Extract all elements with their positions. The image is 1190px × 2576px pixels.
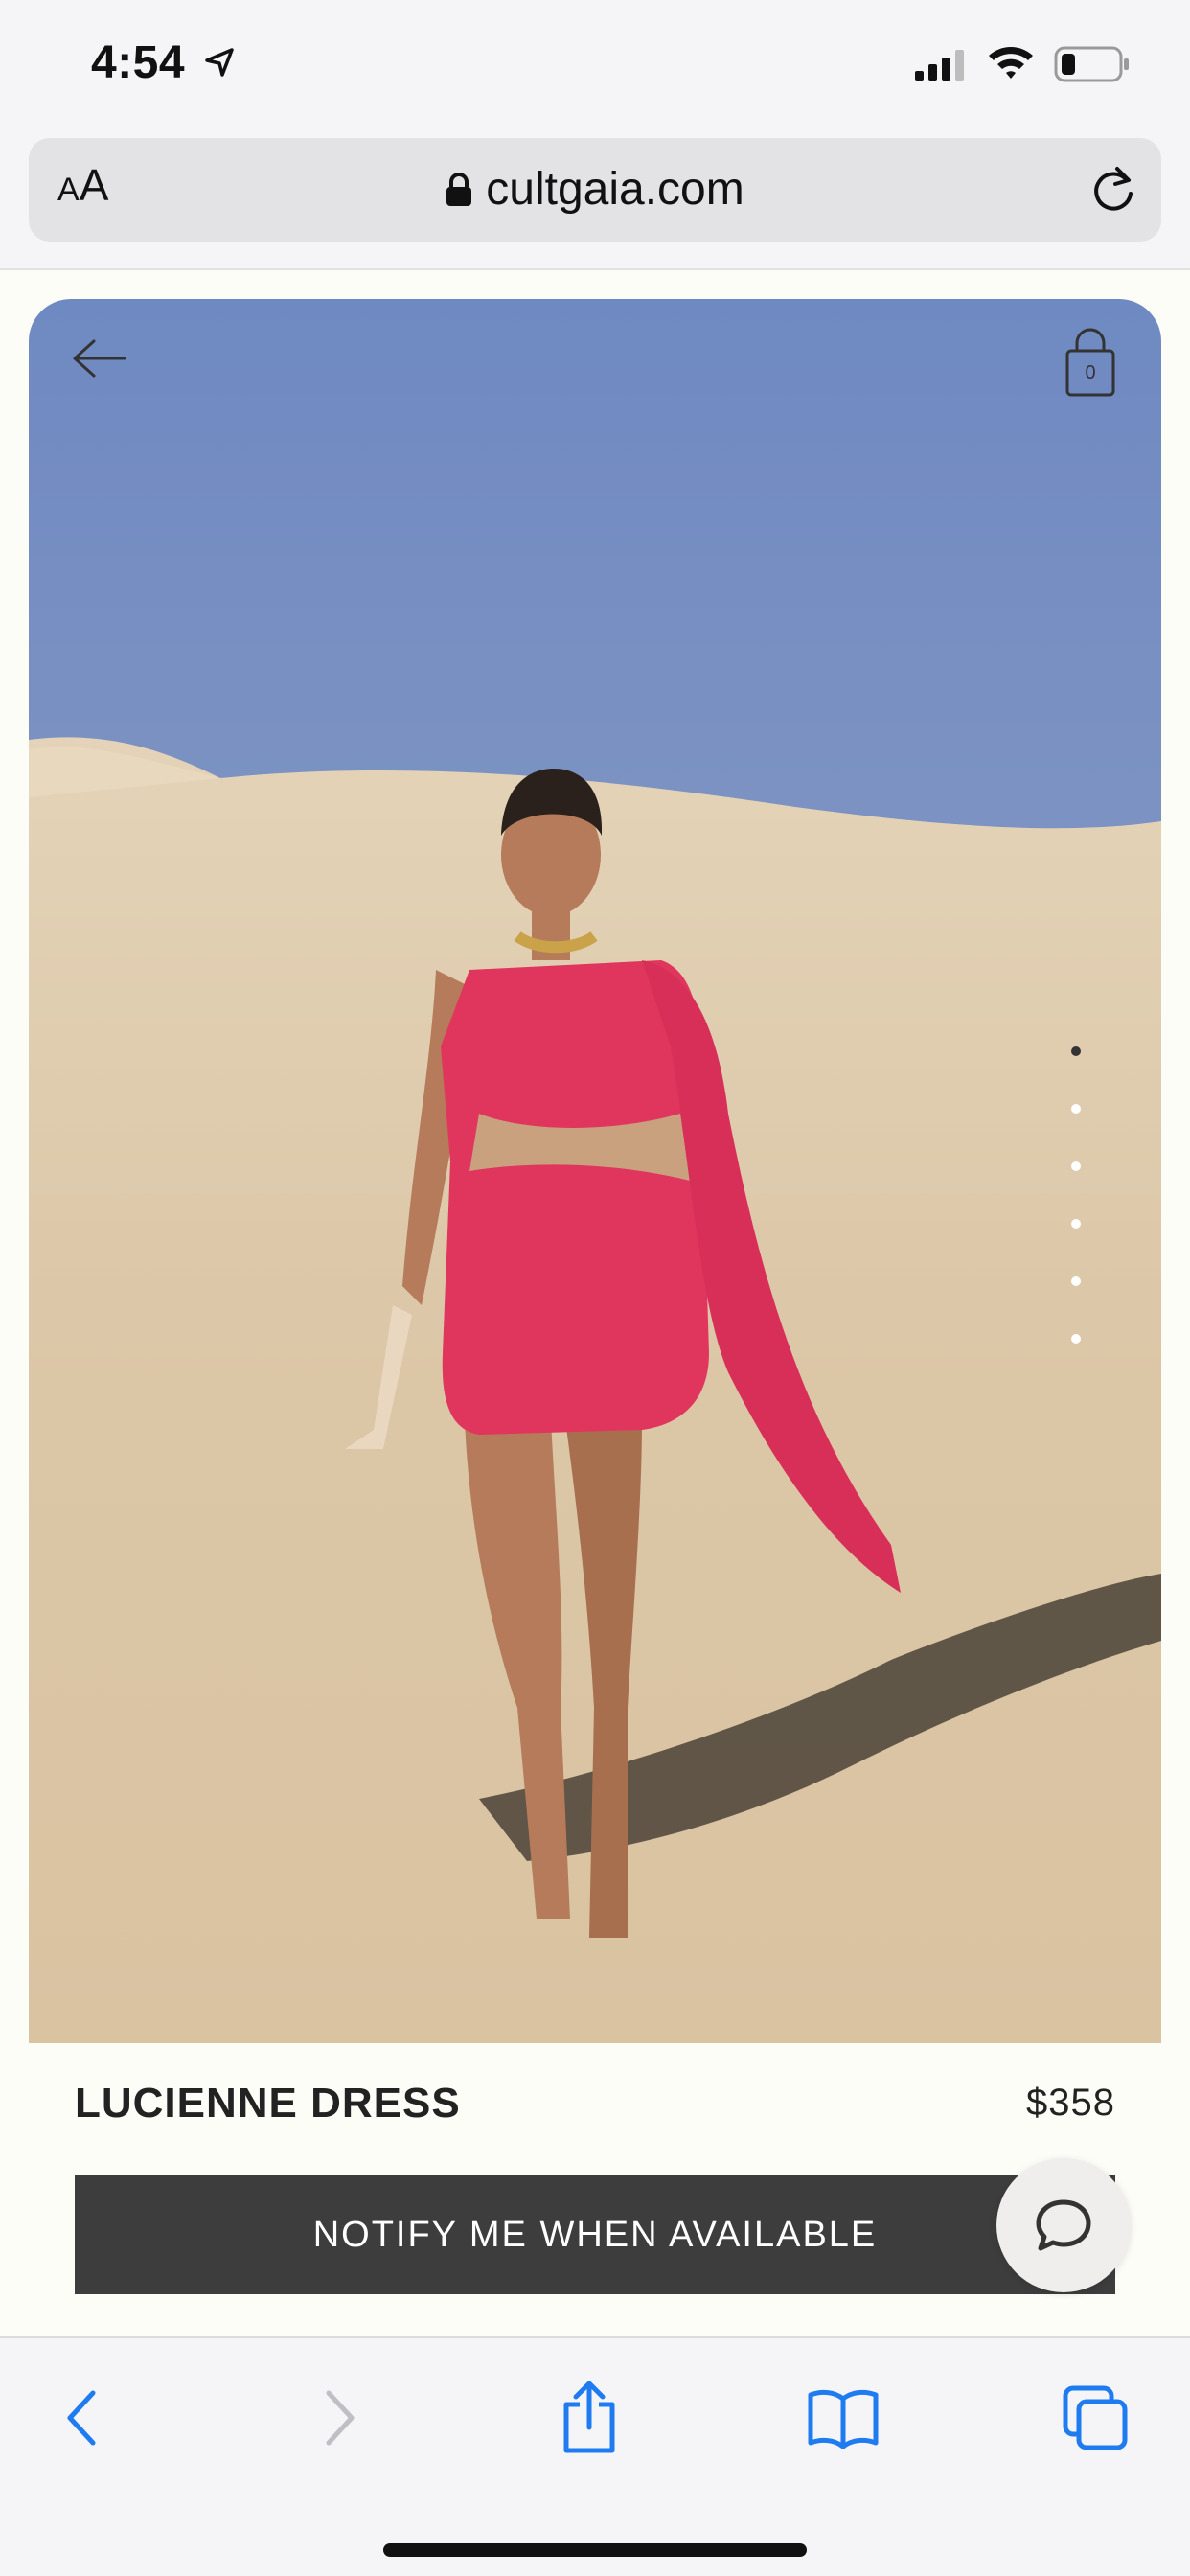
carousel-dot[interactable]	[1071, 1104, 1081, 1114]
status-bar: 4:54	[0, 0, 1190, 134]
carousel-dot[interactable]	[1071, 1219, 1081, 1229]
chat-button[interactable]	[996, 2158, 1131, 2292]
location-arrow-icon	[205, 48, 234, 77]
product-info: LUCIENNE DRESS $358	[75, 2080, 1115, 2137]
chat-bubble-icon	[1036, 2199, 1091, 2251]
url-display[interactable]: cultgaia.com	[29, 163, 1161, 216]
product-name: LUCIENNE DRESS	[75, 2080, 461, 2127]
lock-icon	[446, 172, 472, 206]
product-image-carousel[interactable]: 0	[29, 299, 1161, 2043]
home-indicator[interactable]	[383, 2543, 807, 2557]
url-text: cultgaia.com	[486, 164, 744, 215]
carousel-dot[interactable]	[1071, 1162, 1081, 1171]
browser-toolbar	[0, 2336, 1190, 2576]
reload-icon[interactable]	[1088, 165, 1138, 215]
tabs-button[interactable]	[1052, 2375, 1138, 2461]
browser-address-area: AA cultgaia.com	[0, 134, 1190, 270]
cellular-signal-icon	[915, 50, 964, 80]
address-bar[interactable]: AA cultgaia.com	[29, 138, 1161, 242]
carousel-dot[interactable]	[1071, 1046, 1081, 1056]
product-photo	[29, 299, 1161, 2043]
bookmarks-icon	[808, 2389, 879, 2449]
status-time: 4:54	[91, 37, 186, 88]
back-button[interactable]	[38, 2375, 125, 2461]
cart-count: 0	[1085, 362, 1096, 383]
bookmarks-button[interactable]	[800, 2375, 886, 2461]
carousel-dot[interactable]	[1071, 1276, 1081, 1286]
back-arrow-icon[interactable]	[71, 337, 128, 380]
wifi-icon	[989, 47, 1033, 79]
share-icon	[563, 2380, 615, 2453]
product-price: $358	[1026, 2082, 1115, 2124]
shopping-bag-button[interactable]: 0	[1062, 324, 1119, 401]
chevron-left-icon	[67, 2390, 96, 2446]
forward-button[interactable]	[297, 2375, 383, 2461]
carousel-dot[interactable]	[1071, 1334, 1081, 1344]
notify-me-button[interactable]: NOTIFY ME WHEN AVAILABLE	[75, 2175, 1115, 2294]
battery-icon	[1054, 46, 1129, 82]
product-page: 0 LUCIENNE DRESS $358 NOTIFY ME WHEN AVA…	[0, 272, 1190, 2336]
tabs-icon	[1063, 2385, 1128, 2450]
share-button[interactable]	[546, 2375, 632, 2461]
chevron-right-icon	[326, 2390, 355, 2446]
carousel-pagination[interactable]	[1071, 1046, 1083, 1392]
